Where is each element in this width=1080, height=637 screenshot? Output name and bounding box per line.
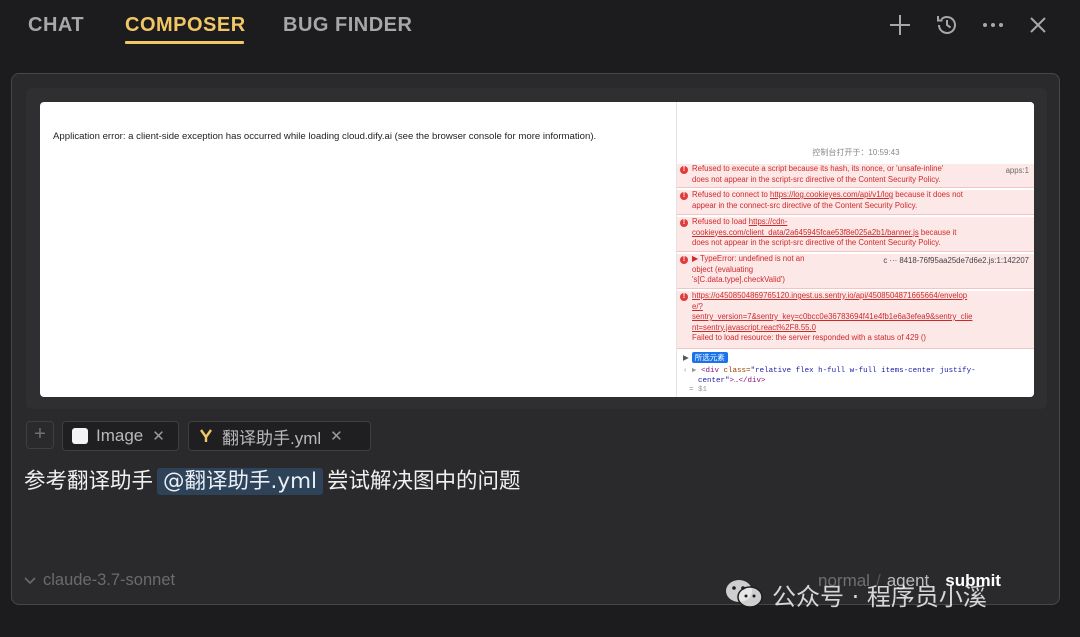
active-tab-underline [125,41,244,44]
console-error-row: ! Refused to load https://cdn- cookieyes… [677,217,1034,252]
console-error-row: ! ▶ TypeError: undefined is not an c ···… [677,254,1034,289]
error-icon: ! [680,192,688,200]
attachment-chip-image[interactable]: Image ✕ [62,421,179,451]
error-icon: ! [680,166,688,174]
console-error-row: ! Refused to execute a script because it… [677,164,1034,188]
app-error-message: Application error: a client-side excepti… [53,131,597,142]
file-mention[interactable]: @翻译助手.yml [157,468,323,495]
prompt-input[interactable]: 参考翻译助手 @翻译助手.yml 尝试解决图中的问题 [24,464,521,495]
attached-image-preview[interactable]: Application error: a client-side excepti… [26,88,1047,409]
console-error-row: ! Refused to connect to https://log.cook… [677,190,1034,215]
history-icon[interactable] [934,12,960,38]
composer-panel: Application error: a client-side excepti… [11,73,1060,605]
tab-bug-finder[interactable]: BUG FINDER [283,14,412,37]
more-icon[interactable] [980,12,1006,38]
add-context-button[interactable]: + [26,421,54,449]
image-icon [71,427,89,445]
remove-attachment-icon[interactable]: ✕ [330,427,343,445]
wechat-icon [726,580,763,608]
selected-element-badge: 所选元素 [691,352,728,363]
devtools-console: 控制台打开于：10:59:43 ! Refused to execute a s… [676,102,1034,397]
attachment-label: 翻译助手.yml [222,428,322,448]
selected-element-row: ▶ 所选元素 [683,352,728,363]
remove-attachment-icon[interactable]: ✕ [152,427,165,445]
prompt-text: 尝试解决图中的问题 [327,469,521,494]
tab-composer[interactable]: COMPOSER [125,14,246,37]
attachment-label: Image [96,426,144,445]
model-selector[interactable]: claude-3.7-sonnet [24,571,175,590]
console-error-row: ! https://o4508504869765120.ingest.us.se… [677,291,1034,349]
yaml-file-icon [197,427,215,445]
error-icon: ! [680,293,688,301]
error-icon: ! [680,256,688,264]
plus-icon[interactable] [887,12,913,38]
console-code-output: ‹ ▶ <div class="relative flex h-full w-f… [683,367,976,394]
close-icon[interactable] [1025,12,1051,38]
chevron-down-icon [24,574,36,588]
top-tab-bar: CHAT COMPOSER BUG FINDER [0,0,1080,52]
tab-chat[interactable]: CHAT [28,14,84,37]
console-open-time: 控制台打开于：10:59:43 [812,148,900,157]
watermark: 公众号 · 程序员小溪 [724,577,987,611]
prompt-text: 参考翻译助手 [24,469,154,494]
browser-screenshot: Application error: a client-side excepti… [40,102,1034,397]
watermark-text: 公众号 · 程序员小溪 [772,582,987,611]
attachment-chip-yaml[interactable]: 翻译助手.yml ✕ [188,421,371,451]
model-name: claude-3.7-sonnet [43,571,176,589]
error-icon: ! [680,219,688,227]
